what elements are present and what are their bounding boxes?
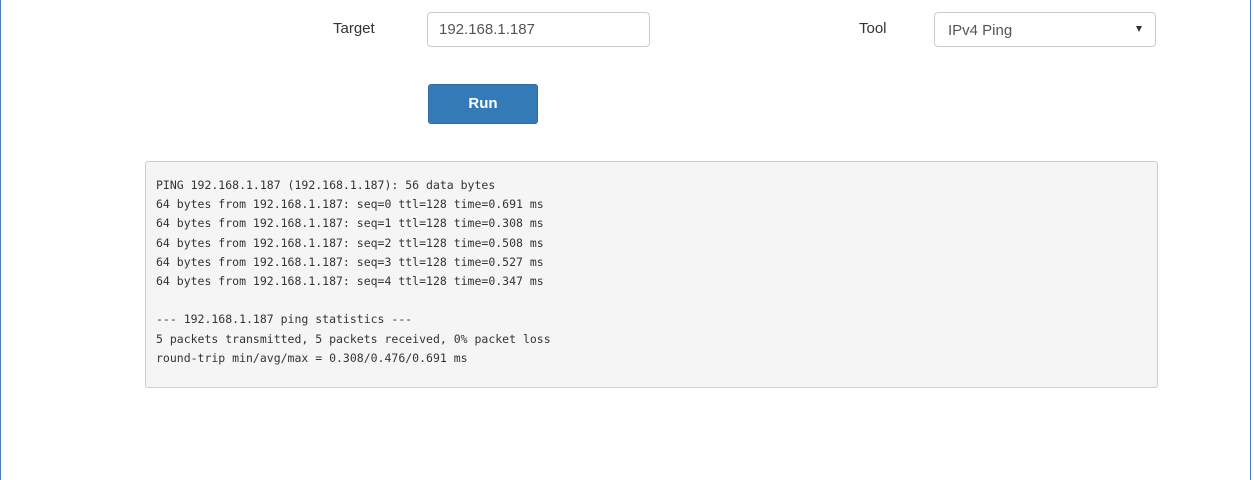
- tool-select-value: IPv4 Ping: [948, 22, 1013, 39]
- output-line: 64 bytes from 192.168.1.187: seq=0 ttl=1…: [156, 197, 544, 212]
- output-line: 64 bytes from 192.168.1.187: seq=2 ttl=1…: [156, 235, 544, 250]
- ping-output: PING 192.168.1.187 (192.168.1.187): 56 d…: [145, 161, 1158, 388]
- output-line: 5 packets transmitted, 5 packets receive…: [156, 331, 551, 346]
- output-line: PING 192.168.1.187 (192.168.1.187): 56 d…: [156, 178, 496, 192]
- target-input[interactable]: [427, 12, 650, 47]
- chevron-down-icon: [1136, 26, 1142, 32]
- tool-select[interactable]: IPv4 Ping: [934, 12, 1156, 47]
- output-line: 64 bytes from 192.168.1.187: seq=3 ttl=1…: [156, 254, 544, 269]
- output-line: round-trip min/avg/max = 0.308/0.476/0.6…: [156, 350, 468, 365]
- target-label: Target: [333, 20, 375, 37]
- run-button[interactable]: Run: [428, 84, 538, 124]
- output-line: 64 bytes from 192.168.1.187: seq=1 ttl=1…: [156, 216, 544, 231]
- tool-label: Tool: [859, 20, 887, 37]
- output-line: 64 bytes from 192.168.1.187: seq=4 ttl=1…: [156, 273, 544, 288]
- output-line: --- 192.168.1.187 ping statistics ---: [156, 312, 413, 327]
